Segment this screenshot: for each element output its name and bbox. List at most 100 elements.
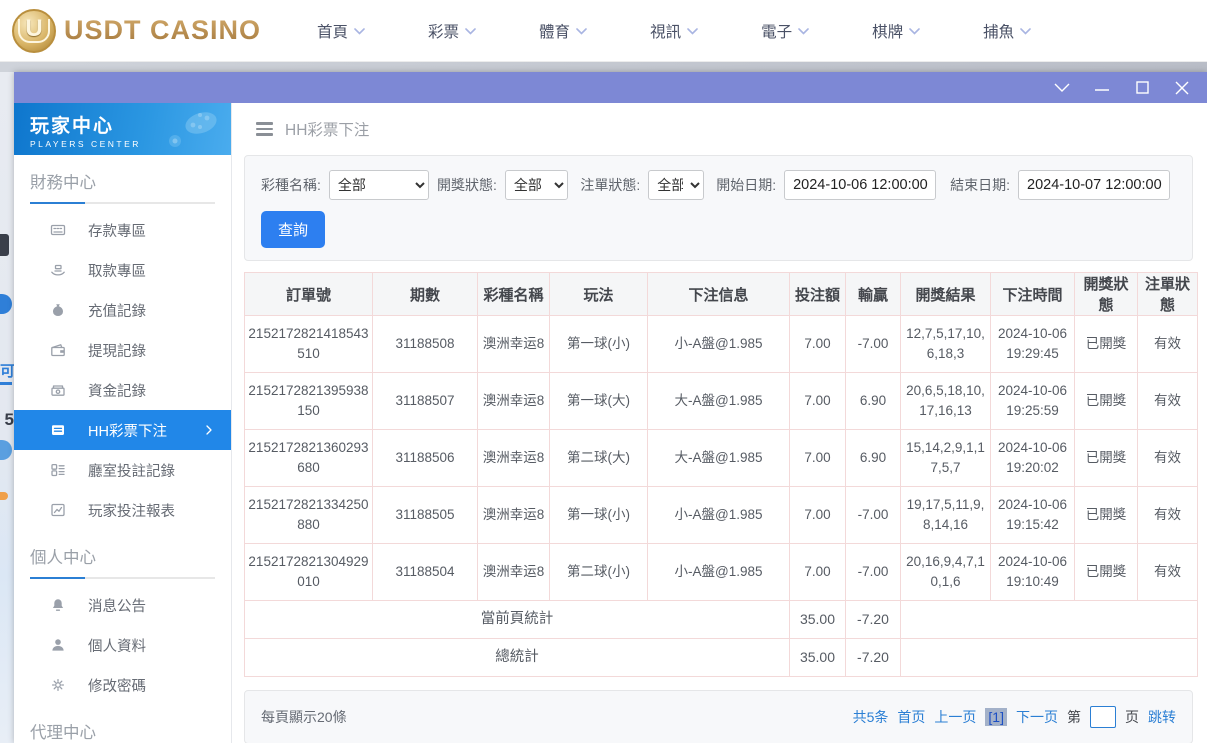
bets-table-wrap: 訂單號 期數 彩種名稱 玩法 下注信息 投注額 輸贏 開獎結果 下注時間 開獎狀態 注單狀態 215… xyxy=(244,272,1198,677)
cell-bet-amount: 7.00 xyxy=(789,543,846,601)
end-date-label: 結束日期: xyxy=(950,177,1010,193)
sidebar-item-label: 消息公告 xyxy=(88,598,146,615)
sidebar-item-funds-record[interactable]: 資金記錄 xyxy=(14,370,231,410)
page-size-text: 每頁顯示20條 xyxy=(261,709,347,725)
cell-period: 31188507 xyxy=(372,372,478,430)
maximize-icon[interactable] xyxy=(1129,78,1155,98)
start-date-input[interactable] xyxy=(784,170,937,200)
sidebar-item-recharge-record[interactable]: 充值記錄 xyxy=(14,290,231,330)
nav-item-label: 體育 xyxy=(539,23,571,41)
summary-empty xyxy=(900,600,1198,639)
lottery-name-select[interactable]: 全部 xyxy=(328,170,430,200)
minimize-icon[interactable] xyxy=(1089,78,1115,98)
cell-lottery-name: 澳洲幸运8 xyxy=(477,486,550,544)
total-summary-row: 總統計 35.00 -7.20 xyxy=(244,638,1198,677)
gamepad-icon xyxy=(163,109,221,154)
first-page-link[interactable]: 首页 xyxy=(897,707,925,727)
cell-order-status: 有效 xyxy=(1137,315,1198,373)
cell-period: 31188504 xyxy=(372,543,478,601)
sidebar-item-label: 修改密碼 xyxy=(88,678,146,695)
funds-record-icon xyxy=(50,382,66,398)
withdraw-icon xyxy=(50,262,66,278)
top-bar: U USDT CASINO 首頁 彩票 體育 視訊 電子 棋牌 捕魚 xyxy=(0,0,1207,62)
cell-play: 第二球(大) xyxy=(549,429,648,487)
hamburger-menu-icon[interactable] xyxy=(256,122,273,136)
sidebar-item-hall-bet-record[interactable]: 廳室投註記錄 xyxy=(14,450,231,490)
sidebar-item-profile[interactable]: 個人資料 xyxy=(14,625,231,665)
sidebar-item-hh-lottery-bet[interactable]: HH彩票下注 xyxy=(14,410,231,450)
sidebar-item-label: 充值記錄 xyxy=(88,303,146,320)
cell-draw-status: 已開獎 xyxy=(1074,429,1138,487)
nav-item-slots[interactable]: 電子 xyxy=(761,20,809,42)
cell-period: 31188505 xyxy=(372,486,478,544)
background-badge-icon xyxy=(0,294,12,314)
chevron-down-icon xyxy=(465,22,476,40)
draw-status-select[interactable]: 全部 xyxy=(504,170,569,200)
sidebar-item-withdraw[interactable]: 取款專區 xyxy=(14,250,231,290)
cell-lottery-name: 澳洲幸运8 xyxy=(477,372,550,430)
table-row: 2152172821418543510 31188508 澳洲幸运8 第一球(小) 小-… xyxy=(244,315,1198,373)
chevron-down-icon xyxy=(1020,22,1031,40)
cell-draw-result: 19,17,5,11,9,8,14,16 xyxy=(900,486,991,544)
chevron-down-icon[interactable] xyxy=(1049,78,1075,98)
bell-icon xyxy=(50,597,66,613)
next-page-link[interactable]: 下一页 xyxy=(1016,707,1058,727)
end-date-input[interactable] xyxy=(1018,170,1170,200)
jump-button[interactable]: 跳转 xyxy=(1148,707,1176,727)
col-header-bet-amount: 投注額 xyxy=(789,272,846,316)
cell-bet-info: 小-A盤@1.985 xyxy=(647,543,790,601)
table-row: 2152172821360293680 31188506 澳洲幸运8 第二球(大) 大-… xyxy=(244,429,1198,487)
cell-draw-status: 已開獎 xyxy=(1074,372,1138,430)
main-panel: HH彩票下注 彩種名稱: 全部 開獎狀態: 全部 注單狀態: 全部 開始日期: … xyxy=(232,103,1207,743)
search-button[interactable]: 查詢 xyxy=(261,211,326,248)
cell-play: 第二球(小) xyxy=(549,543,648,601)
nav-item-card-games[interactable]: 棋牌 xyxy=(872,20,920,42)
sidebar-item-label: HH彩票下注 xyxy=(88,423,167,440)
page-title: HH彩票下注 xyxy=(285,122,370,139)
cell-lottery-name: 澳洲幸运8 xyxy=(477,543,550,601)
sidebar: 玩家中心 PLAYERS CENTER 財務中心 存款專區 取款專區 充值記錄 提現記錄… xyxy=(14,103,232,743)
sidebar-item-label: 玩家投注報表 xyxy=(88,503,175,520)
background-fragment-text: 5 xyxy=(4,410,14,429)
section-title: 個人中心 xyxy=(30,544,215,579)
cell-bet-amount: 7.00 xyxy=(789,315,846,373)
site-logo: U USDT CASINO xyxy=(12,8,261,53)
sidebar-item-change-password[interactable]: 修改密碼 xyxy=(14,665,231,705)
nav-item-fishing[interactable]: 捕魚 xyxy=(983,20,1031,42)
order-status-select[interactable]: 全部 xyxy=(648,170,705,200)
col-header-draw-status: 開獎狀態 xyxy=(1074,272,1138,316)
background-fragment xyxy=(0,234,9,256)
nav-item-label: 首頁 xyxy=(317,23,349,41)
cell-bet-time: 2024-10-06 19:20:02 xyxy=(990,429,1075,487)
chevron-down-icon xyxy=(909,22,920,40)
col-header-draw-result: 開獎結果 xyxy=(900,272,991,316)
close-icon[interactable] xyxy=(1169,78,1195,98)
jump-page-input[interactable] xyxy=(1090,706,1116,728)
cell-bet-info: 大-A盤@1.985 xyxy=(647,429,790,487)
table-row: 2152172821334250880 31188505 澳洲幸运8 第一球(小) 小-… xyxy=(244,486,1198,544)
nav-item-lottery[interactable]: 彩票 xyxy=(428,20,476,42)
sidebar-item-announcements[interactable]: 消息公告 xyxy=(14,585,231,625)
section-title: 代理中心 xyxy=(30,719,215,743)
total-count: 共5条 xyxy=(852,709,889,725)
nav-item-sports[interactable]: 體育 xyxy=(539,20,587,42)
cell-order-no: 2152172821418543510 xyxy=(244,315,373,373)
sidebar-item-withdrawal-record[interactable]: 提現記錄 xyxy=(14,330,231,370)
cell-draw-result: 15,14,2,9,1,17,5,7 xyxy=(900,429,991,487)
sidebar-item-label: 個人資料 xyxy=(88,638,146,655)
cell-draw-result: 20,16,9,4,7,10,1,6 xyxy=(900,543,991,601)
nav-item-live-video[interactable]: 視訊 xyxy=(650,20,698,42)
cell-win-loss: -7.00 xyxy=(845,315,901,373)
sidebar-item-deposit[interactable]: 存款專區 xyxy=(14,210,231,250)
summary-win-loss: -7.20 xyxy=(845,638,901,677)
table-header-row: 訂單號 期數 彩種名稱 玩法 下注信息 投注額 輸贏 開獎結果 下注時間 開獎狀態 注單狀態 xyxy=(244,272,1198,316)
sidebar-banner: 玩家中心 PLAYERS CENTER xyxy=(14,103,231,155)
nav-item-label: 捕魚 xyxy=(983,23,1015,41)
table-row: 2152172821395938150 31188507 澳洲幸运8 第一球(大) 大-… xyxy=(244,372,1198,430)
nav-item-home[interactable]: 首頁 xyxy=(317,20,365,42)
sidebar-item-label: 廳室投註記錄 xyxy=(88,463,175,480)
sidebar-item-player-bet-report[interactable]: 玩家投注報表 xyxy=(14,490,231,530)
prev-page-link[interactable]: 上一页 xyxy=(934,707,976,727)
background-handshake-icon xyxy=(0,440,12,460)
sidebar-item-label: 提現記錄 xyxy=(88,343,146,360)
